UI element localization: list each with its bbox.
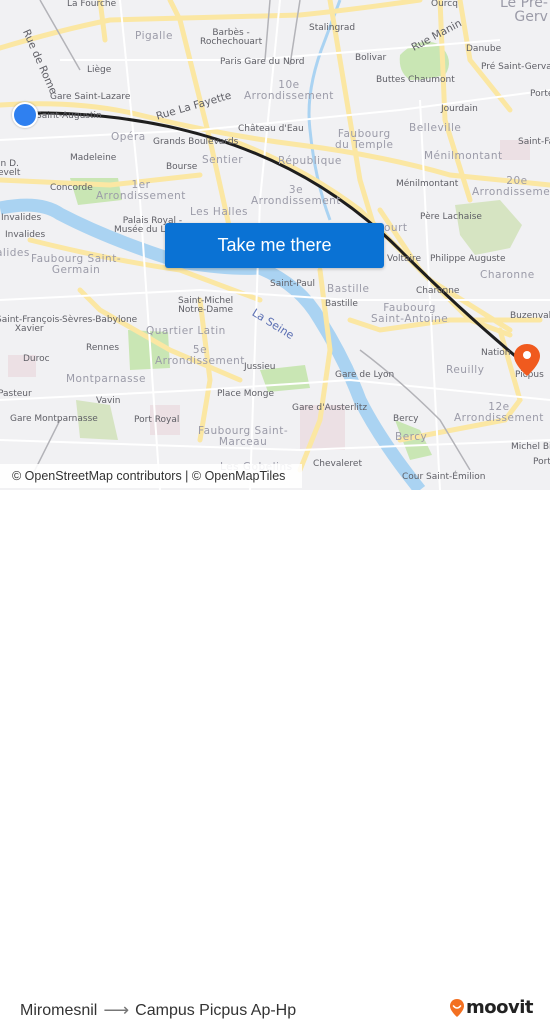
district-label: 10e Arrondissement xyxy=(244,79,334,102)
place-label: Bastille xyxy=(325,299,358,309)
place-label: Pasteur xyxy=(0,389,32,399)
map[interactable]: La Fourche Rue de Rome Pigalle Liège Gar… xyxy=(0,0,550,490)
place-label: Saint-Augustin xyxy=(36,111,102,121)
place-label: Château d'Eau xyxy=(238,124,304,134)
place-label: Voltaire xyxy=(387,254,422,264)
district-label: Pigalle xyxy=(135,30,173,42)
place-label: Chevaleret xyxy=(313,459,362,469)
city-label: Le Pré- Gerv xyxy=(500,0,548,25)
district-label: Belleville xyxy=(409,122,462,134)
district-label: alides xyxy=(0,247,30,259)
district-label: Charonne xyxy=(480,269,535,281)
place-label: Buttes Chaumont xyxy=(376,75,455,85)
place-label: Porte xyxy=(530,89,550,99)
place-label: Saint-Fa xyxy=(518,137,550,147)
place-label: Place Monge xyxy=(217,389,275,399)
origin-name: Miromesnil xyxy=(20,1001,98,1019)
origin-marker[interactable] xyxy=(12,102,38,128)
place-label: in D. evelt xyxy=(0,159,21,178)
place-label: Ourcq xyxy=(431,0,458,9)
place-label: Stalingrad xyxy=(309,23,356,33)
district-label: République xyxy=(278,155,342,167)
place-label: Liège xyxy=(87,65,112,75)
place-label: Sèvres-Babylone xyxy=(62,315,138,325)
place-label: Danube xyxy=(466,44,502,54)
district-label: 3e Arrondissement xyxy=(251,184,341,207)
place-label: Nation xyxy=(481,348,511,358)
place-label: Gare Saint-Lazare xyxy=(50,92,131,102)
district-label: Les Halles xyxy=(190,206,249,218)
destination-name: Campus Picpus Ap-Hp xyxy=(135,1001,297,1019)
brand-name: moovit xyxy=(466,997,534,1018)
district-label: 12e Arrondissement xyxy=(454,401,544,424)
district-label: ourt xyxy=(384,222,408,234)
place-label: Concorde xyxy=(50,183,93,193)
place-label: Pré Saint-Gervais xyxy=(481,62,550,72)
place-label: La Fourche xyxy=(67,0,117,9)
place-label: Gare Montparnasse xyxy=(10,414,98,424)
place-label: Bercy xyxy=(393,414,419,424)
place-label: Saint-Paul xyxy=(270,279,315,289)
place-label: Duroc xyxy=(23,354,50,364)
place-label: Invalides xyxy=(1,213,42,223)
place-label: Barbès - Rochechouart xyxy=(200,28,263,47)
arrow-right-icon: ⟶ xyxy=(103,1000,130,1020)
district-label: Ménilmontant xyxy=(424,150,503,162)
district-label: Faubourg du Temple xyxy=(335,128,394,151)
place-label: Port xyxy=(533,457,550,467)
district-label: Faubourg Saint- Germain xyxy=(31,253,122,276)
place-label: Jourdain xyxy=(441,104,478,114)
footer: Miromesnil ⟶ Campus Picpus Ap-Hp moovit xyxy=(0,490,550,1020)
park-pere-lachaise xyxy=(455,200,522,255)
district-label: 20e Arrondissement xyxy=(472,175,550,198)
place-label: Charonne xyxy=(416,286,460,296)
district-label: Faubourg Saint- Marceau xyxy=(198,425,289,448)
place-label: Père Lachaise xyxy=(420,212,482,222)
take-me-there-button[interactable]: Take me there xyxy=(165,223,384,268)
place-label: Ménilmontant xyxy=(396,179,459,189)
place-label: Grands Boulevards xyxy=(153,137,239,147)
district-label: Reuilly xyxy=(446,364,485,376)
district-label: Bastille xyxy=(327,283,370,295)
moovit-pin-icon xyxy=(450,998,464,1017)
district-label: Bercy xyxy=(395,431,428,443)
place-label: Port Royal xyxy=(134,415,180,425)
place-label: Rennes xyxy=(86,343,120,353)
place-label: Jussieu xyxy=(244,362,276,372)
district-label: Opéra xyxy=(111,131,146,143)
place-label: Philippe Auguste xyxy=(430,254,506,264)
place-label: Bolivar xyxy=(355,53,387,63)
district-label: 5e Arrondissement xyxy=(155,344,245,367)
place-label: Saint-Michel Notre-Dame xyxy=(178,296,234,315)
district-label: Montparnasse xyxy=(66,373,146,385)
district-label: Quartier Latin xyxy=(146,325,226,337)
place-label: Bourse xyxy=(166,162,198,172)
place-label: Michel Biz xyxy=(511,442,550,452)
district-label: Faubourg Saint-Antoine xyxy=(371,302,449,325)
district-label: 1er Arrondissement xyxy=(96,179,186,202)
route-summary: Miromesnil ⟶ Campus Picpus Ap-Hp xyxy=(20,1000,296,1021)
place-label: Saint-François- Xavier xyxy=(0,315,63,334)
map-attribution: © OpenStreetMap contributors | © OpenMap… xyxy=(0,464,302,488)
place-label: Gare d'Austerlitz xyxy=(292,403,368,413)
district-label: Sentier xyxy=(202,154,244,166)
place-label: Gare de Lyon xyxy=(335,370,395,380)
place-label: Vavin xyxy=(96,396,121,406)
place-label: Paris Gare du Nord xyxy=(220,57,305,67)
moovit-logo[interactable]: moovit xyxy=(449,997,534,1018)
place-label: Buzenval xyxy=(510,311,550,321)
place-label: Madeleine xyxy=(70,153,117,163)
place-label: Cour Saint-Émilion xyxy=(402,472,486,482)
place-label: Invalides xyxy=(5,230,46,240)
